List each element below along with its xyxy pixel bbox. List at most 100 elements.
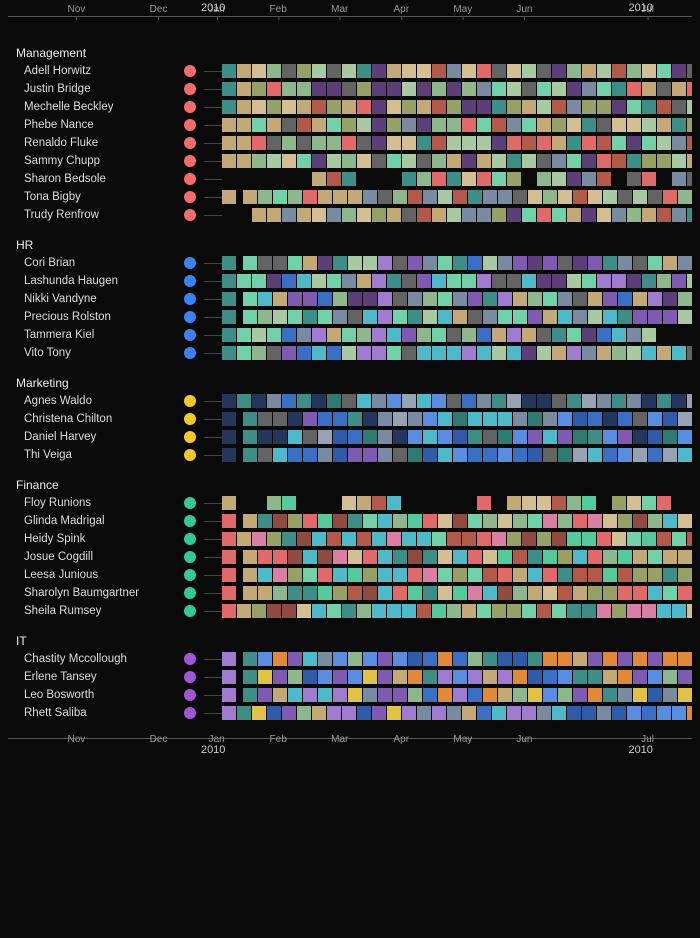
- activity-cell: [372, 274, 386, 288]
- activity-cell: [627, 604, 641, 618]
- activity-cell: [507, 118, 521, 132]
- activity-cell: [273, 670, 287, 684]
- activity-cell: [363, 688, 377, 702]
- activity-cell: [513, 310, 527, 324]
- activity-cell: [528, 550, 542, 564]
- activity-cell: [627, 394, 641, 408]
- month-tick: Mar: [331, 4, 348, 15]
- activity-cell: [318, 190, 332, 204]
- person-name: Glinda Madrigal: [8, 515, 176, 527]
- activity-cell: [348, 652, 362, 666]
- activity-cell: [243, 514, 257, 528]
- activity-cell: [318, 652, 332, 666]
- activity-cell: [327, 328, 341, 342]
- activity-cell: [333, 256, 347, 270]
- activity-cell: [432, 82, 446, 96]
- activity-cell: [612, 82, 626, 96]
- activity-cell: [297, 328, 311, 342]
- activity-cell: [498, 292, 512, 306]
- activity-cell: [408, 310, 422, 324]
- activity-cell: [447, 154, 461, 168]
- activity-cell: [528, 430, 542, 444]
- activity-cell: [297, 274, 311, 288]
- activity-cell: [342, 604, 356, 618]
- activity-cell: [627, 64, 641, 78]
- activity-cell: [522, 82, 536, 96]
- activity-cell: [333, 688, 347, 702]
- activity-cell: [402, 64, 416, 78]
- activity-cell: [222, 172, 236, 186]
- activity-cell: [348, 670, 362, 684]
- activity-cell: [603, 550, 617, 564]
- activity-cell: [417, 82, 431, 96]
- activity-cell: [303, 586, 317, 600]
- activity-cell: [372, 64, 386, 78]
- activity-cell: [408, 514, 422, 528]
- activity-cell: [282, 82, 296, 96]
- month-tick: Apr: [394, 734, 410, 745]
- activity-cell: [312, 100, 326, 114]
- person-name: Rhett Saliba: [8, 707, 176, 719]
- activity-cell: [243, 448, 257, 462]
- activity-track: [222, 549, 692, 565]
- activity-cell: [498, 256, 512, 270]
- activity-cell: [663, 568, 677, 582]
- activity-cell: [672, 346, 686, 360]
- activity-cell: [453, 514, 467, 528]
- activity-cell: [312, 394, 326, 408]
- activity-cell: [603, 514, 617, 528]
- activity-cell: [558, 568, 572, 582]
- person-name: Tammera Kiel: [8, 329, 176, 341]
- activity-cell: [327, 394, 341, 408]
- activity-cell: [243, 670, 257, 684]
- activity-cell: [462, 394, 476, 408]
- activity-cell: [492, 346, 506, 360]
- activity-cell: [252, 346, 266, 360]
- activity-cell: [462, 136, 476, 150]
- activity-cell: [687, 274, 692, 288]
- activity-cell: [513, 256, 527, 270]
- activity-cell: [243, 256, 257, 270]
- activity-cell: [597, 604, 611, 618]
- activity-cell: [492, 328, 506, 342]
- activity-cell: [552, 154, 566, 168]
- activity-cell: [357, 328, 371, 342]
- activity-cell: [678, 412, 692, 426]
- activity-cell: [477, 82, 491, 96]
- group-dot-icon: [184, 293, 196, 305]
- activity-cell: [642, 394, 656, 408]
- activity-cell: [672, 706, 686, 720]
- activity-cell: [432, 328, 446, 342]
- activity-track: [222, 687, 692, 703]
- connector-line: [204, 557, 222, 558]
- person-name: Daniel Harvey: [8, 431, 176, 443]
- activity-cell: [618, 256, 632, 270]
- activity-cell: [558, 670, 572, 684]
- activity-cell: [618, 292, 632, 306]
- activity-cell: [378, 448, 392, 462]
- activity-cell: [612, 604, 626, 618]
- activity-cell: [552, 274, 566, 288]
- activity-cell: [402, 394, 416, 408]
- activity-cell: [552, 82, 566, 96]
- connector-line: [204, 215, 222, 216]
- activity-cell: [252, 154, 266, 168]
- activity-cell: [678, 652, 692, 666]
- activity-cell: [612, 136, 626, 150]
- activity-cell: [243, 292, 257, 306]
- activity-cell: [378, 568, 392, 582]
- group-it: ITChastity MccolloughErlene TanseyLeo Bo…: [8, 632, 692, 722]
- group-dot-icon: [184, 449, 196, 461]
- activity-cell: [453, 190, 467, 204]
- activity-cell: [378, 670, 392, 684]
- activity-cell: [258, 430, 272, 444]
- activity-cell: [627, 208, 641, 222]
- activity-cell: [597, 82, 611, 96]
- activity-track: [222, 495, 692, 511]
- activity-cell: [222, 274, 236, 288]
- activity-cell: [537, 604, 551, 618]
- person-row: Tammera Kiel: [8, 326, 692, 344]
- activity-cell: [597, 394, 611, 408]
- month-label: Feb: [270, 4, 287, 15]
- person-name: Vito Tony: [8, 347, 176, 359]
